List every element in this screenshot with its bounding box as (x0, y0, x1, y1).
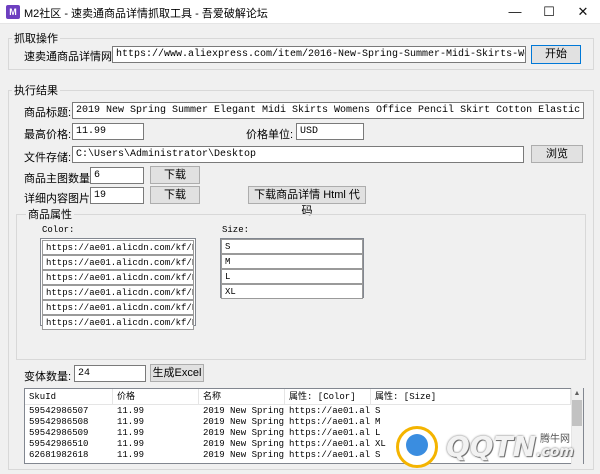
main-images-count[interactable]: 6 (90, 167, 144, 184)
start-button[interactable]: 开始 (531, 45, 581, 64)
window-title: M2社区 - 速卖通商品详情抓取工具 - 吾爱破解论坛 (24, 8, 268, 20)
size-item[interactable]: L (221, 269, 363, 284)
main-download-button[interactable]: 下载 (150, 166, 200, 184)
table-row[interactable]: 59542986507 11.99 2019 New Spring... htt… (25, 406, 571, 417)
column-header-skuid[interactable]: SkuId (25, 389, 113, 405)
cell-color: https://ae01.al... (289, 439, 371, 449)
color-list: https://ae01.alicdn.com/kf/HTB1K https:/… (40, 238, 196, 330)
main-images-label: 商品主图数量: (24, 173, 94, 185)
title-label: 商品标题: (24, 107, 72, 119)
color-item[interactable]: https://ae01.alicdn.com/kf/HTB1K (42, 240, 194, 255)
browse-button[interactable]: 浏览 (531, 145, 583, 163)
attributes-group-title: 商品属性 (26, 206, 74, 222)
cell-color: https://ae01.al... (289, 406, 371, 416)
color-item[interactable]: https://ae01.alicdn.com/kf/HTB1W (42, 315, 194, 330)
download-html-button[interactable]: 下载商品详情 Html 代码 (248, 186, 366, 217)
cell-color: https://ae01.al... (289, 428, 371, 438)
max-price-field[interactable]: 11.99 (72, 123, 144, 140)
size-item[interactable]: M (221, 254, 363, 269)
scroll-thumb[interactable] (572, 400, 582, 426)
max-price-label: 最高价格: (24, 129, 72, 141)
cell-price: 11.99 (117, 417, 145, 427)
save-label: 文件存储: (24, 152, 72, 164)
detail-images-label: 详细内容图片: (24, 193, 94, 205)
result-group-title: 执行结果 (12, 82, 60, 98)
cell-skuid: 59542986507 (29, 406, 89, 416)
maximize-button[interactable]: ☐ (532, 0, 566, 24)
column-header-size[interactable]: 属性: [Size] (371, 389, 571, 405)
cell-skuid: 59542986508 (29, 417, 89, 427)
size-label: Size: (222, 225, 250, 235)
column-header-name[interactable]: 名称 (199, 389, 285, 405)
column-header-price[interactable]: 价格 (113, 389, 199, 405)
column-header-color[interactable]: 属性: [Color] (285, 389, 371, 405)
close-button[interactable]: ✕ (566, 0, 600, 24)
table-row[interactable]: 59542986508 11.99 2019 New Spring... htt… (25, 417, 571, 428)
save-path-field[interactable]: C:\Users\Administrator\Desktop (72, 146, 524, 163)
watermark-site: 腾牛网 (540, 434, 570, 445)
app-icon: M (6, 5, 20, 19)
color-label: Color: (42, 225, 75, 235)
cell-price: 11.99 (117, 439, 145, 449)
color-item[interactable]: https://ae01.alicdn.com/kf/HTB1M (42, 285, 194, 300)
cell-price: 11.99 (117, 406, 145, 416)
cell-name: 2019 New Spring... (203, 428, 285, 438)
cell-skuid: 62681982618 (29, 450, 89, 460)
cell-skuid: 59542986509 (29, 428, 89, 438)
color-item[interactable]: https://ae01.alicdn.com/kf/HTB1o (42, 255, 194, 270)
cell-color: https://ae01.al... (289, 450, 371, 460)
size-list: S M L XL (220, 238, 364, 299)
cell-price: 11.99 (117, 428, 145, 438)
color-item[interactable]: https://ae01.alicdn.com/kf/HTB1Z (42, 300, 194, 315)
cell-color: https://ae01.al... (289, 417, 371, 427)
url-input[interactable]: https://www.aliexpress.com/item/2016-New… (112, 46, 526, 63)
cell-skuid: 59542986510 (29, 439, 89, 449)
scroll-up-icon[interactable]: ▲ (571, 388, 583, 399)
url-label: 速卖通商品详情网址: (24, 51, 127, 63)
variant-count-label: 变体数量: (24, 371, 72, 383)
color-item[interactable]: https://ae01.alicdn.com/kf/HTB1Q (42, 270, 194, 285)
price-unit-field[interactable]: USD (296, 123, 364, 140)
generate-excel-button[interactable]: 生成Excel (150, 364, 204, 382)
cell-name: 2019 New Spring... (203, 406, 285, 416)
variant-count-field[interactable]: 24 (74, 365, 146, 382)
cell-name: 2019 New Spring... (203, 450, 285, 460)
detail-download-button[interactable]: 下载 (150, 186, 200, 204)
size-item[interactable]: XL (221, 284, 363, 299)
cell-name: 2019 New Spring... (203, 439, 285, 449)
cell-size: S (375, 406, 381, 416)
fetch-group-title: 抓取操作 (12, 30, 60, 46)
size-item[interactable]: S (221, 239, 363, 254)
price-unit-label: 价格单位: (246, 129, 294, 141)
watermark-logo-inner-icon (406, 434, 428, 456)
detail-images-count[interactable]: 19 (90, 187, 144, 204)
cell-name: 2019 New Spring... (203, 417, 285, 427)
title-field[interactable]: 2019 New Spring Summer Elegant Midi Skir… (72, 102, 584, 119)
cell-price: 11.99 (117, 450, 145, 460)
minimize-button[interactable]: — (498, 0, 532, 24)
